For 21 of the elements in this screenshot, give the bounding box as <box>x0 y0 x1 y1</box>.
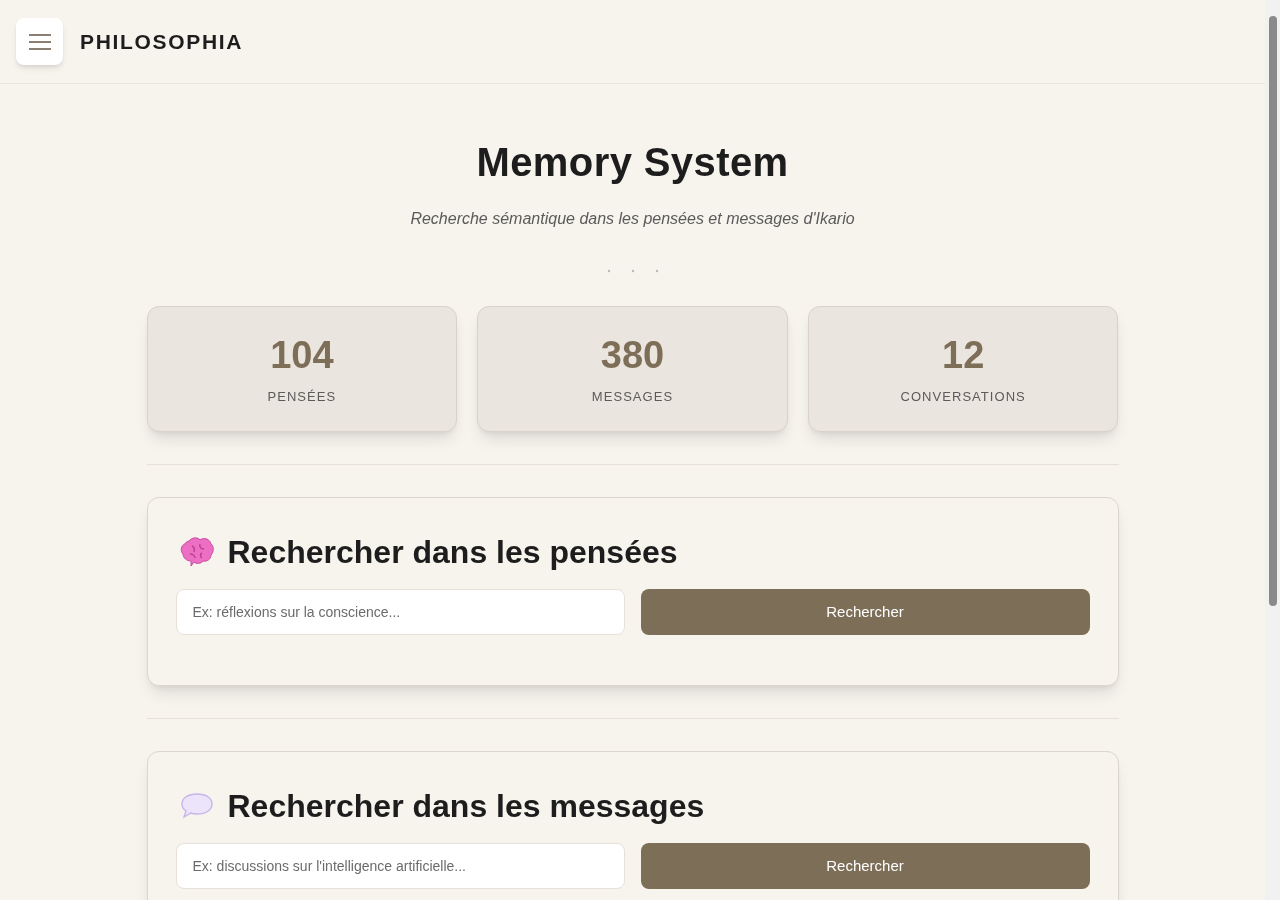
search-field[interactable]: Ex: discussions sur l'intelligence artificielle... <box>175 843 625 889</box>
scrollbar-thumb[interactable] <box>1268 16 1277 606</box>
stat-label: CONVERSATIONS <box>900 388 1026 406</box>
search-field[interactable]: Ex: réflexions sur la conscience... <box>175 589 625 635</box>
stat-value: 12 <box>942 333 985 377</box>
menu-icon <box>27 32 52 51</box>
scrollbar[interactable] <box>1265 0 1280 900</box>
section-title: Rechercher dans les pensées <box>227 533 678 572</box>
section-title: Rechercher dans les messages <box>227 787 705 826</box>
stat-label: MESSAGES <box>591 388 674 406</box>
stat-label: PENSÉES <box>267 388 337 406</box>
stat-value: 104 <box>270 333 334 377</box>
search-button[interactable]: Rechercher <box>640 589 1090 635</box>
speech-bubble-icon <box>179 792 214 820</box>
page-title: Memory System <box>475 139 790 186</box>
search-button[interactable]: Rechercher <box>640 843 1090 889</box>
stat-value: 380 <box>600 333 665 377</box>
brain-icon <box>179 537 214 567</box>
brand-name: PHILOSOPHIA <box>80 28 244 55</box>
page-subtitle: Recherche sémantique dans les pensées et messages d'Ikario <box>409 209 856 229</box>
menu-button[interactable] <box>16 18 63 65</box>
